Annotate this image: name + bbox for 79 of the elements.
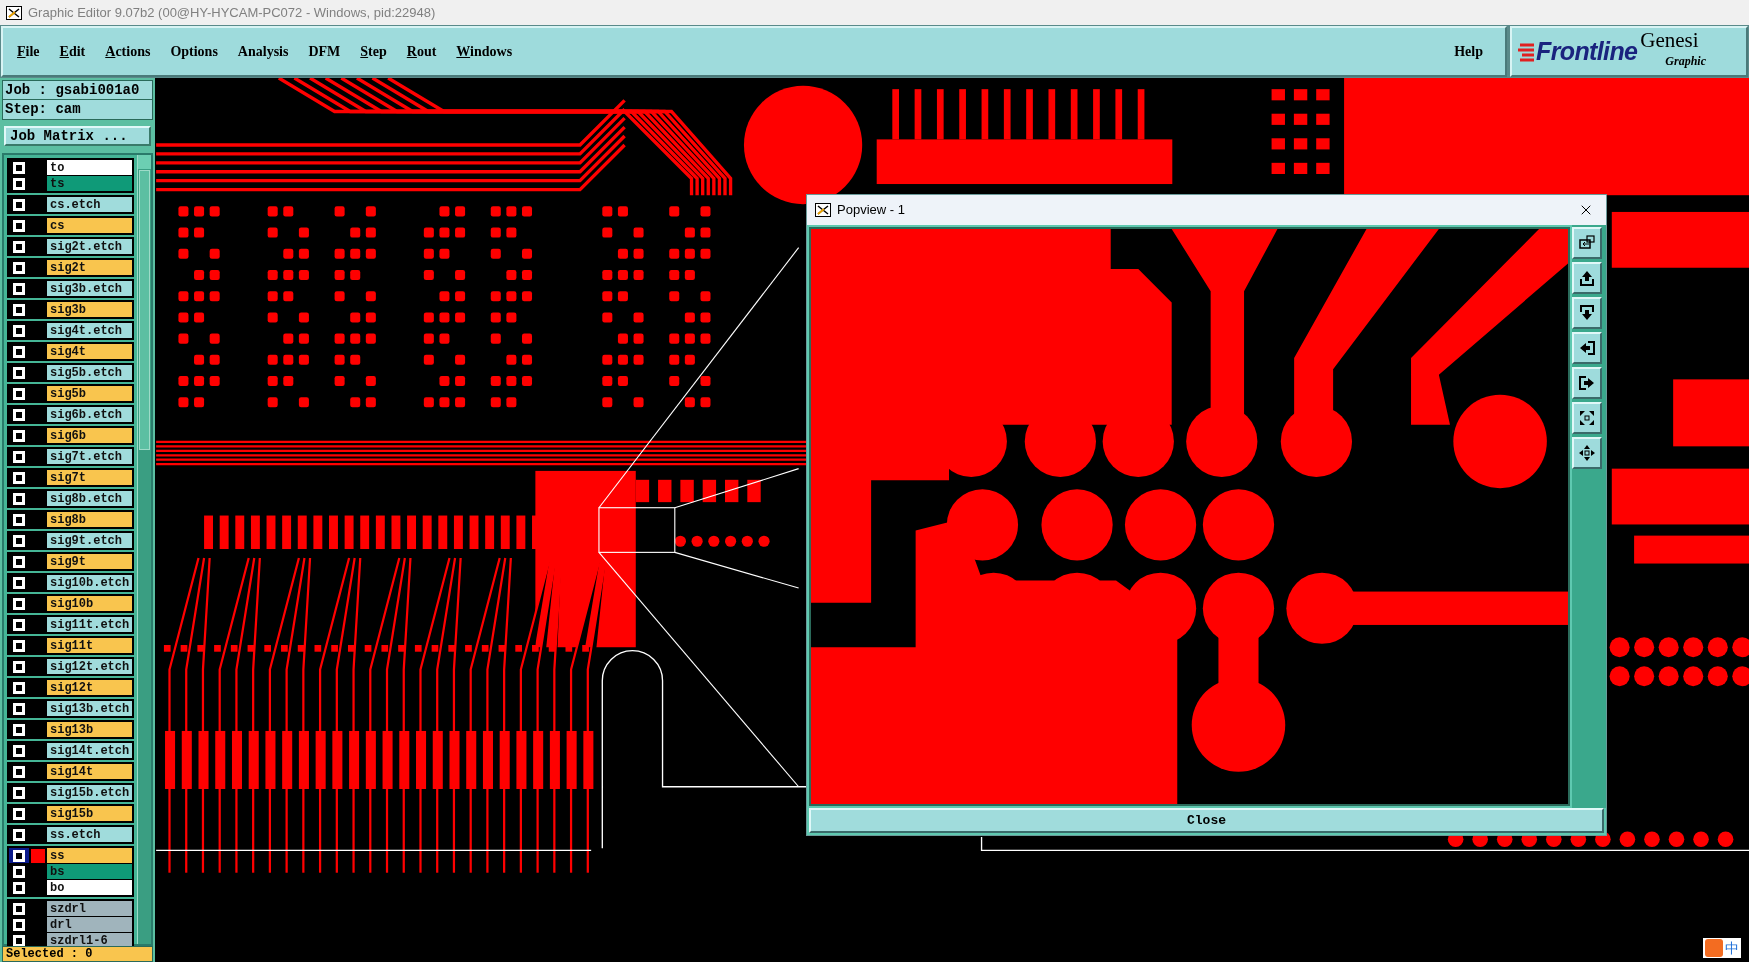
speed-lines-icon [1518,41,1536,62]
layer-name[interactable]: sig13b [47,722,132,737]
window-title: Graphic Editor 9.07b2 (00@HY-HYCAM-PC072 - Windows, pid:22948) [28,3,436,22]
layer-name[interactable]: sig12t [47,680,132,695]
toolbar-button[interactable] [1572,297,1602,329]
layer-name[interactable]: sig7t [47,470,132,485]
layer-name[interactable]: sig14t [47,764,132,779]
step-label: Step: cam [4,100,82,119]
layer-name[interactable]: sig8b.etch [47,491,132,506]
arrow-up-icon [1578,269,1596,287]
layer-name[interactable]: sig11t.etch [47,617,132,632]
menu-item[interactable]: Options [170,44,218,59]
layer-name[interactable]: sig13b.etch [47,701,132,716]
layer-name[interactable]: sig15b.etch [47,785,132,800]
layer-name[interactable]: sig3b.etch [47,281,132,296]
layer-checkbox[interactable] [9,848,29,863]
layer-name[interactable]: sig4t [47,344,132,359]
brand-logo-text: Frontline [1536,39,1638,64]
layer-name[interactable]: drl [47,917,132,932]
menu-item[interactable]: Step [360,44,387,59]
job-matrix-button[interactable]: Job Matrix ... [4,126,151,146]
layer-name[interactable]: sig11t [47,638,132,653]
menu-item[interactable]: Rout [406,44,437,59]
ime-logo-icon [1705,939,1723,957]
menu-item[interactable]: File [17,44,40,59]
menu-item[interactable]: Analysis [237,44,289,59]
product-subtitle: Graphic [1665,55,1706,67]
window-arrow-icon [1578,234,1596,252]
layer-name[interactable]: sig6b.etch [47,407,132,422]
product-name: Genesi [1640,30,1700,51]
toolbar-button[interactable] [1572,402,1602,434]
menu-item[interactable]: Help [1454,41,1483,62]
toolbar-button[interactable] [1572,367,1602,399]
layer-name[interactable]: ss [47,848,132,863]
menu-item[interactable]: DFM [308,44,341,59]
layer-name[interactable]: cs.etch [47,197,132,212]
zoom-out-arrows-icon [1578,444,1596,462]
toolbar-button[interactable] [1572,227,1602,259]
layer-name[interactable]: sig14t.etch [47,743,132,758]
arrow-right-icon [1578,374,1596,392]
selection-status: Selected : 0 [2,946,153,962]
layer-name[interactable]: to [47,160,132,175]
layer-name[interactable]: sig3b [47,302,132,317]
arrow-down-icon [1578,304,1596,322]
zoom-in-arrows-icon [1578,409,1596,427]
menu-item[interactable]: Actions [105,44,151,59]
menu-item[interactable]: Edit [59,44,86,59]
layer-name[interactable]: sig2t.etch [47,239,132,254]
menu-item[interactable]: Windows [456,44,513,59]
layer-name[interactable]: sig5b [47,386,132,401]
layer-name[interactable]: bo [47,880,132,895]
layer-name[interactable]: sig2t [47,260,132,275]
app-icon [6,5,22,20]
layer-name[interactable]: bs [47,864,132,879]
toolbar-button[interactable] [1572,262,1602,294]
layer-name[interactable]: sig5b.etch [47,365,132,380]
layer-name[interactable]: sig10b [47,596,132,611]
layer-name[interactable]: ts [47,176,132,191]
layer-name[interactable]: cs [47,218,132,233]
app-icon [815,203,831,217]
layer-name[interactable]: sig6b [47,428,132,443]
layer-name[interactable]: sig9t.etch [47,533,132,548]
layer-name[interactable]: sig12t.etch [47,659,132,674]
layer-swatch [31,848,45,863]
close-button[interactable]: Close [809,808,1604,833]
layer-name[interactable]: sig7t.etch [47,449,132,464]
arrow-left-icon [1578,339,1596,357]
layer-name[interactable]: ss.etch [47,827,132,842]
job-label: Job : gsabi001a0 [3,81,152,100]
layer-name[interactable]: sig9t [47,554,132,569]
layer-name[interactable]: sig15b [47,806,132,821]
toolbar-button[interactable] [1572,437,1602,469]
toolbar-button[interactable] [1572,332,1602,364]
layer-name[interactable]: sig8b [47,512,132,527]
layer-name[interactable]: sig4t.etch [47,323,132,338]
scrollbar[interactable] [137,155,151,944]
layer-name[interactable]: sig10b.etch [47,575,132,590]
layer-name[interactable]: szdrl [47,901,132,916]
popview-title: Popview - 1 [837,201,905,220]
